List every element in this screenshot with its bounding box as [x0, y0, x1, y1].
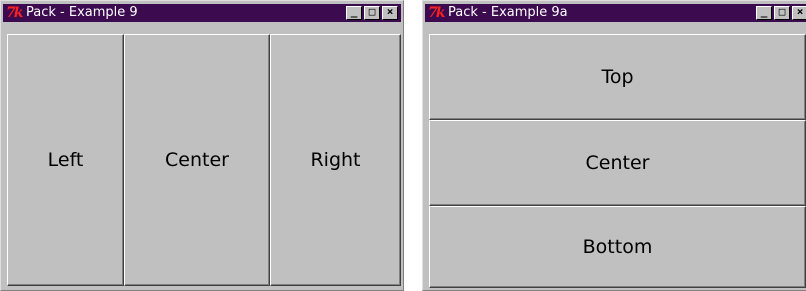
center-button[interactable]: Center	[429, 120, 806, 206]
close-button[interactable]: ×	[382, 5, 398, 20]
window-controls: _ □ ×	[346, 5, 398, 20]
window-example-9: 7k Pack - Example 9 _ □ × Left Center Ri…	[0, 0, 404, 291]
bottom-button[interactable]: Bottom	[429, 206, 806, 288]
title-bar[interactable]: 7k Pack - Example 9a _ □ ×	[425, 4, 806, 22]
tk-logo-icon: 7k	[6, 5, 23, 21]
window-example-9a: 7k Pack - Example 9a _ □ × Top Center Bo…	[422, 0, 806, 291]
maximize-icon: □	[778, 5, 786, 18]
minimize-icon: _	[760, 5, 768, 18]
center-button[interactable]: Center	[124, 34, 270, 286]
close-icon: ×	[386, 5, 394, 18]
top-button[interactable]: Top	[429, 34, 806, 120]
maximize-button[interactable]: □	[774, 5, 790, 20]
maximize-icon: □	[368, 5, 376, 18]
minimize-button[interactable]: _	[346, 5, 362, 20]
window-content: Left Center Right	[7, 34, 401, 286]
tk-logo-icon: 7k	[428, 5, 445, 21]
title-bar[interactable]: 7k Pack - Example 9 _ □ ×	[3, 4, 401, 22]
close-button[interactable]: ×	[792, 5, 806, 20]
minimize-button[interactable]: _	[756, 5, 772, 20]
close-icon: ×	[796, 5, 804, 18]
window-content: Top Center Bottom	[429, 34, 806, 288]
window-title: Pack - Example 9a	[448, 5, 568, 20]
minimize-icon: _	[350, 5, 358, 18]
right-button[interactable]: Right	[270, 34, 401, 286]
window-title: Pack - Example 9	[26, 5, 138, 20]
window-controls: _ □ ×	[756, 5, 806, 20]
maximize-button[interactable]: □	[364, 5, 380, 20]
left-button[interactable]: Left	[7, 34, 124, 286]
